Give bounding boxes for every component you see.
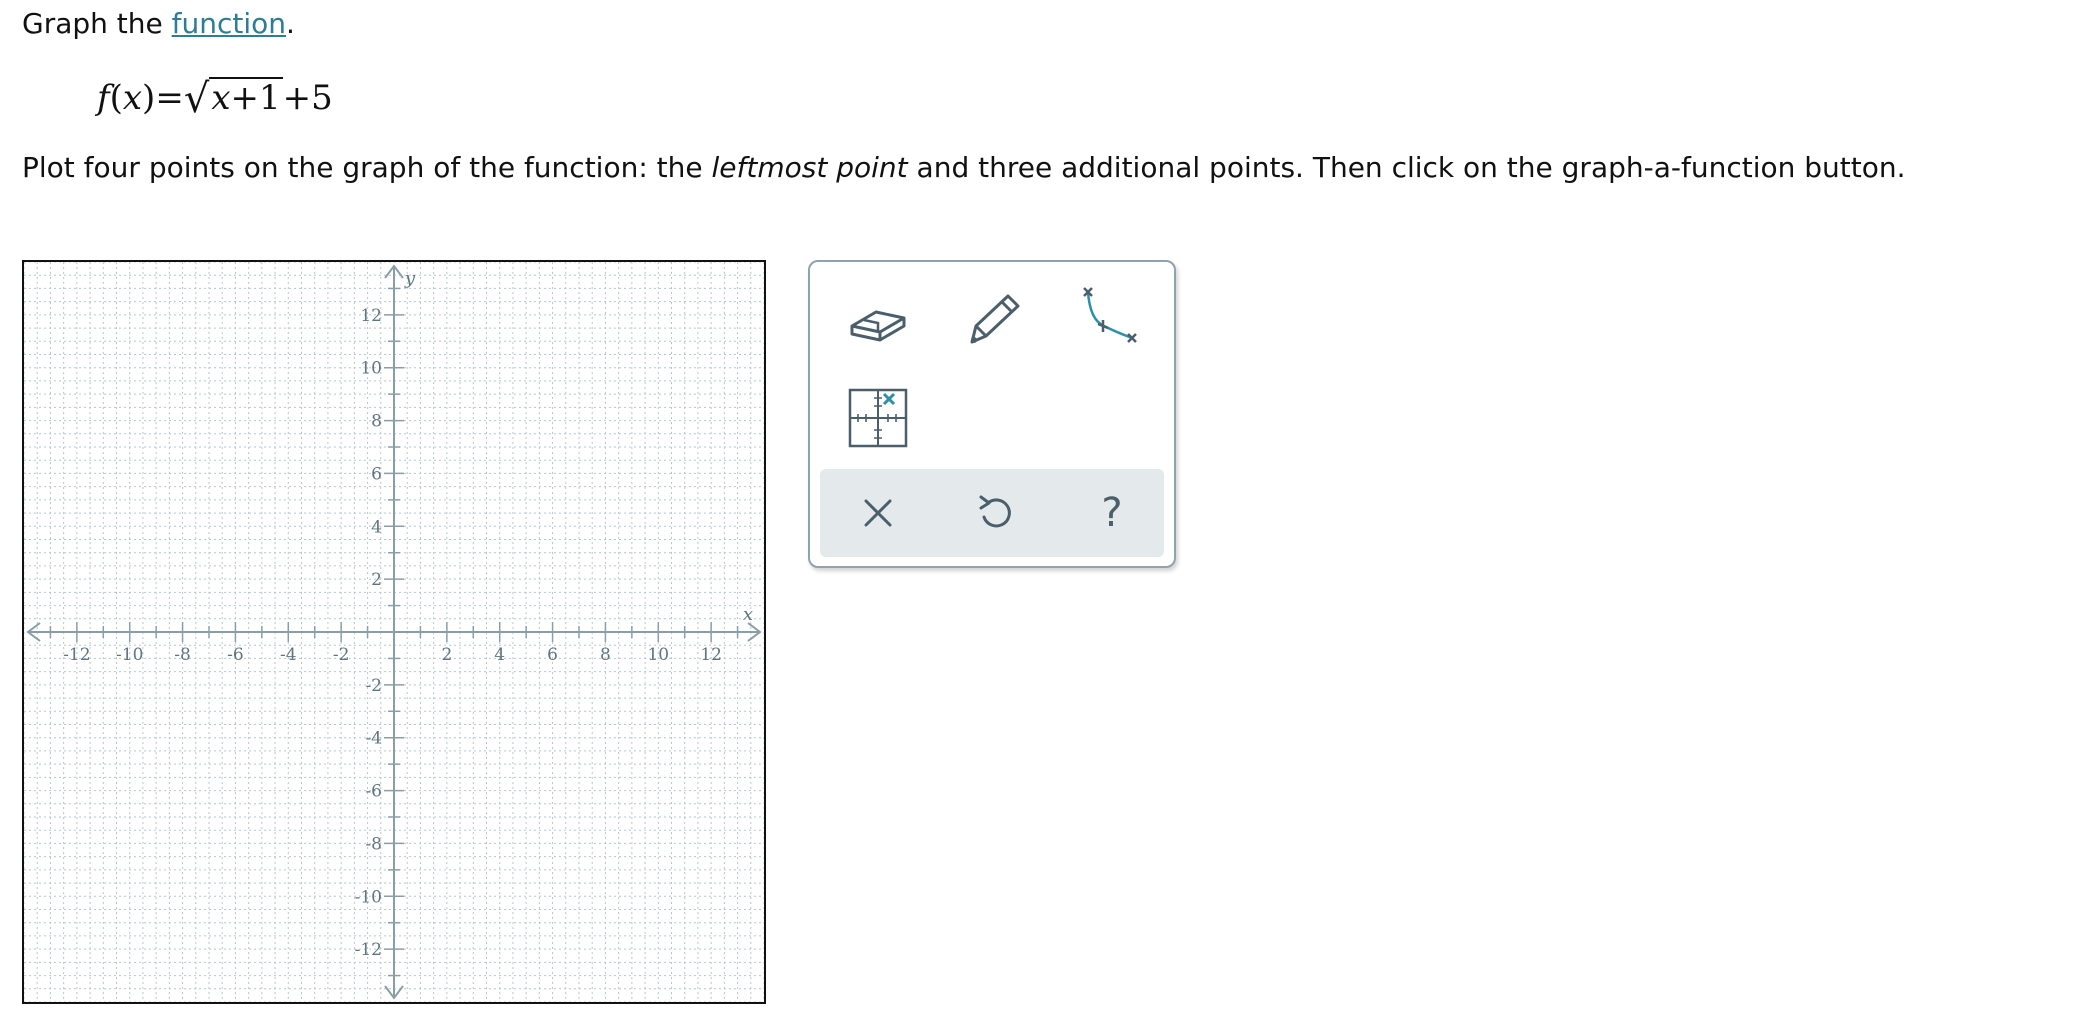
x-tick-label: 4	[494, 645, 505, 665]
radicand-x: x	[211, 78, 231, 118]
x-tick-label: 12	[700, 645, 722, 665]
y-axis-label: y	[404, 268, 416, 289]
pencil-icon	[970, 294, 1020, 344]
x-tick-label: 10	[647, 645, 669, 665]
coordinate-plane[interactable]: -12 -10 -8 -6 -4 -2 2 4 6 8 10 12 12 10 8 6 4 2 -2 -4 -6 -8 -1…	[24, 262, 764, 1002]
y-tick-label: -8	[365, 834, 382, 854]
y-tick-label: 12	[360, 306, 382, 326]
instruction-part2: and three additional points. Then click …	[907, 151, 1906, 184]
formula-open-paren: (	[109, 78, 123, 118]
undo-icon	[979, 495, 1011, 528]
y-tick-label: 4	[371, 517, 382, 537]
function-formula: f(x)=√x+1+5	[97, 76, 333, 121]
clear-button[interactable]	[848, 483, 908, 543]
x-tick-label: -8	[174, 645, 191, 665]
x-tick-label: -10	[116, 645, 143, 665]
formula-tail: +5	[282, 78, 333, 118]
formula-f: f	[97, 78, 110, 118]
y-tick-label: 8	[371, 412, 382, 432]
point-grid-icon	[848, 388, 908, 448]
radicand-rest: +1	[230, 78, 281, 118]
y-tick-label: -4	[365, 729, 382, 749]
formula-close-paren: )	[142, 78, 156, 118]
function-link[interactable]: function	[172, 7, 286, 40]
formula-x: x	[122, 78, 143, 118]
y-tick-label: -6	[365, 782, 382, 802]
instruction-part1: Plot four points on the graph of the fun…	[22, 151, 712, 184]
y-tick-label: -10	[355, 887, 382, 907]
close-icon	[864, 499, 892, 527]
instruction-emphasis: leftmost point	[711, 151, 908, 184]
help-button[interactable]: ?	[1082, 483, 1142, 543]
point-grid-tool[interactable]	[842, 380, 914, 452]
pencil-tool[interactable]	[958, 282, 1030, 354]
radicand: x+1	[209, 77, 283, 118]
graph-area[interactable]: -12 -10 -8 -6 -4 -2 2 4 6 8 10 12 12 10 8 6 4 2 -2 -4 -6 -8 -1…	[22, 260, 766, 1004]
x-tick-label: 6	[547, 645, 558, 665]
graphing-tool-panel: ?	[808, 260, 1176, 568]
action-bar: ?	[820, 469, 1164, 557]
x-tick-label: -12	[63, 645, 90, 665]
square-root: √x+1	[184, 76, 283, 121]
eraser-icon	[850, 310, 906, 342]
axes	[26, 264, 762, 1000]
y-tick-label: -12	[355, 940, 382, 960]
help-icon: ?	[1101, 490, 1123, 536]
y-tick-label: 6	[371, 464, 382, 484]
x-axis-label: x	[743, 604, 753, 625]
prompt-period: .	[286, 7, 295, 40]
x-tick-label: -4	[280, 645, 297, 665]
formula-equals: =	[155, 78, 184, 118]
y-tick-label: -2	[365, 676, 382, 696]
prompt-text: Graph the	[22, 7, 172, 40]
y-tick-label: 2	[371, 570, 382, 590]
x-tick-label: 8	[600, 645, 611, 665]
undo-button[interactable]	[966, 483, 1026, 543]
x-tick-label: -6	[227, 645, 244, 665]
y-tick-label: 10	[360, 359, 382, 379]
graph-function-icon	[1083, 287, 1137, 343]
instruction-text: Plot four points on the graph of the fun…	[22, 150, 1906, 186]
eraser-tool[interactable]	[842, 282, 914, 354]
question-prompt: Graph the function.	[22, 6, 295, 42]
x-tick-label: 2	[441, 645, 452, 665]
x-tick-label: -2	[333, 645, 350, 665]
radical-sign: √	[183, 76, 210, 122]
graph-function-tool[interactable]	[1076, 282, 1148, 354]
